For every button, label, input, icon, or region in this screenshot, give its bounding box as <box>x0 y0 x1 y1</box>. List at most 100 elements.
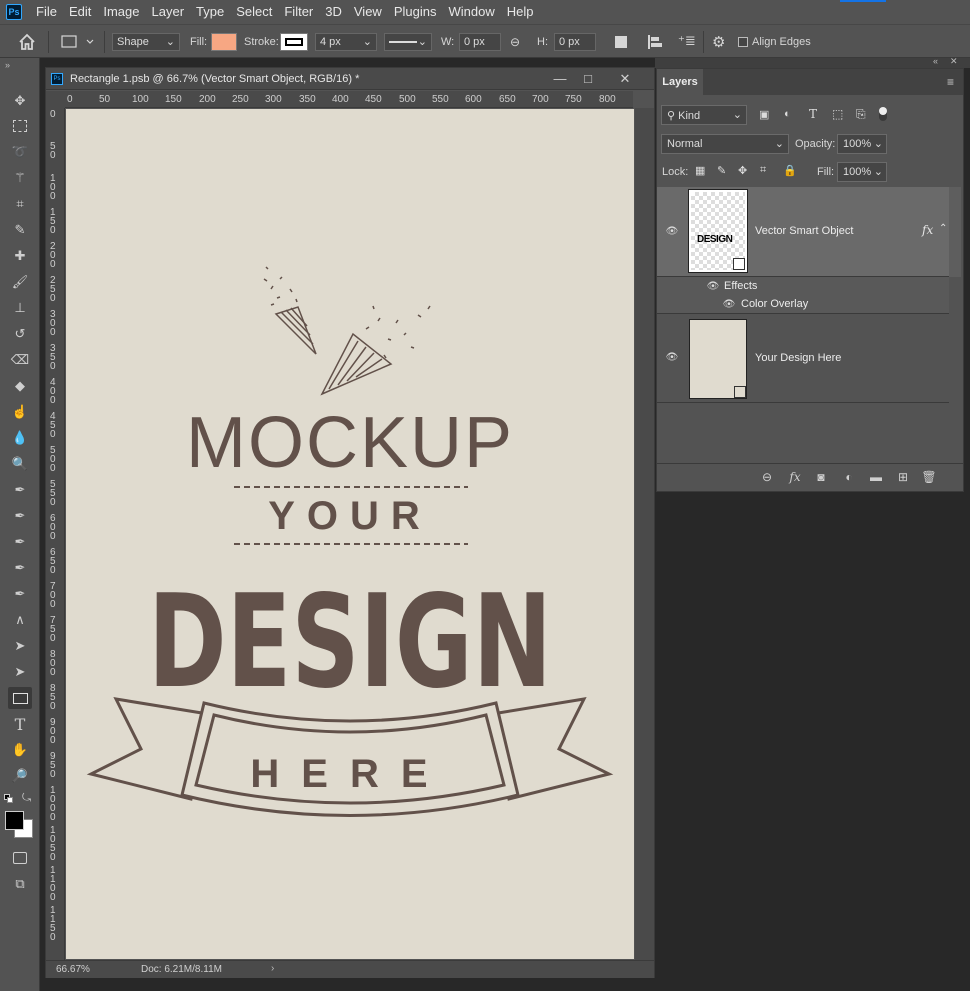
rectangle-tool-icon[interactable] <box>8 687 32 709</box>
dodge-tool-icon[interactable]: 🔍 <box>8 453 32 475</box>
filter-toggle[interactable] <box>879 107 887 121</box>
align-edges-checkbox[interactable] <box>738 37 748 47</box>
delete-layer-icon[interactable]: 🗑 <box>921 470 937 486</box>
filter-adjustment-icon[interactable]: ◐ <box>784 108 791 120</box>
path-arrangement-icon[interactable]: ⁺≣ <box>678 33 698 51</box>
zoom-level[interactable]: 66.67% <box>56 964 90 975</box>
menu-filter[interactable]: Filter <box>278 0 319 24</box>
smudge-tool-icon[interactable]: ☝ <box>8 401 32 423</box>
filter-shape-icon[interactable]: ⬚ <box>832 107 843 121</box>
fill-field[interactable]: 100% ⌄ <box>837 162 887 182</box>
collapse-toolbar-icon[interactable]: » <box>5 60 10 70</box>
rectangle-tool-preset-picker[interactable] <box>60 34 98 50</box>
menu-window[interactable]: Window <box>442 0 500 24</box>
vertical-scrollbar[interactable] <box>635 108 654 960</box>
add-mask-icon[interactable]: ◙ <box>813 470 829 486</box>
menu-select[interactable]: Select <box>230 0 278 24</box>
close-panel-icon[interactable]: ✕ <box>950 56 958 67</box>
marquee-tool-icon[interactable] <box>8 115 32 137</box>
chevron-up-icon[interactable]: ⌃ <box>939 223 947 234</box>
default-colors-icon[interactable] <box>4 794 14 804</box>
eyedropper-tool-icon[interactable]: ✎ <box>8 219 32 241</box>
magic-wand-tool-icon[interactable]: ⚚ <box>8 167 32 189</box>
stroke-color-swatch[interactable] <box>280 33 308 51</box>
swap-colors-icon[interactable]: ⤿ <box>22 792 31 805</box>
path-alignment-icon[interactable] <box>646 34 664 50</box>
path-operations-icon[interactable] <box>615 36 627 48</box>
lock-image-icon[interactable]: ✎ <box>717 164 726 177</box>
opacity-field[interactable]: 100% ⌄ <box>837 134 887 154</box>
zoom-tool-icon[interactable]: 🔎 <box>8 765 32 787</box>
clone-stamp-tool-icon[interactable]: ⊥ <box>8 297 32 319</box>
blur-tool-icon[interactable]: 💧 <box>8 427 32 449</box>
lasso-tool-icon[interactable]: ➰ <box>8 141 32 163</box>
ruler-origin[interactable] <box>46 91 65 108</box>
crop-tool-icon[interactable]: ⌗ <box>8 193 32 215</box>
convert-point-tool-icon[interactable]: ∧ <box>8 609 32 631</box>
foreground-color-swatch[interactable] <box>5 811 24 830</box>
menu-layer[interactable]: Layer <box>146 0 191 24</box>
eye-icon[interactable]: 👁 <box>665 353 679 363</box>
maximize-icon[interactable]: □ <box>579 70 597 88</box>
new-group-icon[interactable]: ▬ <box>868 470 884 486</box>
link-icon[interactable]: ⊖ <box>510 35 526 49</box>
home-icon[interactable] <box>17 33 37 51</box>
panel-menu-icon[interactable]: ≡ <box>947 75 954 89</box>
stroke-width-field[interactable]: 4 px ⌄ <box>315 33 377 51</box>
eye-icon[interactable]: 👁 <box>665 227 679 237</box>
horizontal-ruler[interactable]: 0 50 100 150 200 250 300 350 400 450 500… <box>65 91 633 108</box>
layers-scrollbar[interactable] <box>949 187 961 277</box>
layer-effects-row[interactable]: 👁 Effects <box>657 277 949 296</box>
hand-tool-icon[interactable]: ✋ <box>8 739 32 761</box>
pen-tool-icon[interactable]: ✒ <box>8 479 32 501</box>
fx-icon[interactable]: fx <box>922 223 933 237</box>
menu-3d[interactable]: 3D <box>319 0 348 24</box>
type-tool-icon[interactable]: T <box>8 713 32 735</box>
width-field[interactable]: 0 px <box>459 33 501 51</box>
tool-mode-select[interactable]: Shape ⌄ <box>112 33 180 51</box>
menu-image[interactable]: Image <box>97 0 145 24</box>
layer-row-vector-smart-object[interactable]: 👁 DESIGN Vector Smart Object fx ⌃ <box>657 187 949 277</box>
document-tab[interactable]: Ps Rectangle 1.psb @ 66.7% (Vector Smart… <box>46 68 654 90</box>
freeform-pen-tool-icon[interactable]: ✒ <box>8 505 32 527</box>
history-brush-tool-icon[interactable]: ↺ <box>8 323 32 345</box>
fill-color-swatch[interactable] <box>211 33 237 51</box>
menu-edit[interactable]: Edit <box>63 0 97 24</box>
filter-pixel-icon[interactable]: ▣ <box>759 108 769 121</box>
lock-all-icon[interactable]: 🔒 <box>783 164 797 177</box>
lock-transparency-icon[interactable]: ▦ <box>695 164 705 177</box>
tab-layers[interactable]: Layers <box>657 69 703 95</box>
eye-icon[interactable]: 👁 <box>706 282 720 292</box>
delete-anchor-tool-icon[interactable]: ✒ <box>8 557 32 579</box>
curvature-pen-tool-icon[interactable]: ✒ <box>8 583 32 605</box>
minimize-icon[interactable]: — <box>551 70 569 88</box>
link-layers-icon[interactable]: ⊖ <box>759 470 775 486</box>
path-selection-tool-icon[interactable]: ➤ <box>8 635 32 657</box>
layer-filter-kind-select[interactable]: ⚲ Kind ⌄ <box>661 105 747 125</box>
status-menu-arrow-icon[interactable]: › <box>271 963 274 974</box>
color-overlay-row[interactable]: 👁 Color Overlay <box>657 296 949 314</box>
quick-mask-icon[interactable] <box>8 847 32 869</box>
canvas[interactable]: MOCKUP YOUR DESIGN HERE <box>66 109 634 959</box>
new-adjustment-layer-icon[interactable]: ◐ <box>841 470 857 486</box>
stroke-type-select[interactable]: ⌄ <box>384 33 432 51</box>
direct-selection-tool-icon[interactable]: ➤ <box>8 661 32 683</box>
lock-position-icon[interactable]: ✥ <box>738 164 747 177</box>
layer-row-your-design-here[interactable]: 👁 Your Design Here <box>657 315 949 403</box>
menu-type[interactable]: Type <box>190 0 230 24</box>
collapse-panels-icon[interactable]: « <box>933 56 938 66</box>
lock-artboard-icon[interactable]: ⌗ <box>760 164 766 177</box>
menu-file[interactable]: File <box>30 0 63 24</box>
blend-mode-select[interactable]: Normal ⌄ <box>661 134 789 154</box>
new-layer-icon[interactable]: ⊞ <box>895 470 911 486</box>
add-layer-style-icon[interactable]: fx <box>787 470 803 486</box>
gear-icon[interactable]: ⚙ <box>712 33 730 51</box>
menu-view[interactable]: View <box>348 0 388 24</box>
healing-brush-tool-icon[interactable]: ✚ <box>8 245 32 267</box>
filter-smart-object-icon[interactable]: ⎘ <box>856 107 866 122</box>
menu-help[interactable]: Help <box>501 0 540 24</box>
add-anchor-tool-icon[interactable]: ✒ <box>8 531 32 553</box>
eraser-tool-icon[interactable]: ⌫ <box>8 349 32 371</box>
filter-type-icon[interactable]: T <box>809 107 817 121</box>
brush-tool-icon[interactable]: 🖌 <box>8 271 32 293</box>
